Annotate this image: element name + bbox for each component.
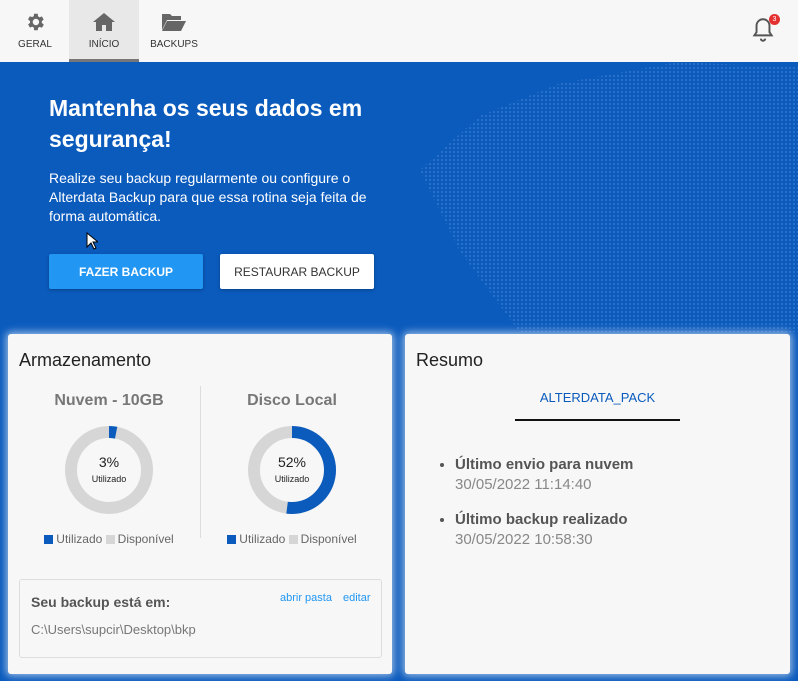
local-storage: Disco Local 52% Utilizado Utilizado Disp… [201,386,383,546]
home-icon [93,13,115,31]
hero-title: Mantenha os seus dados em segurança! [49,95,363,152]
local-legend: Utilizado Disponível [201,532,383,546]
tab-backups[interactable]: BACKUPS [139,0,209,62]
tab-alterdata-pack[interactable]: ALTERDATA_PACK [515,390,680,421]
notification-badge: 3 [769,14,780,25]
item-date: 30/05/2022 10:58:30 [455,531,593,548]
legend-free: Disponível [300,532,357,546]
local-used-label: Utilizado [274,474,310,484]
list-item: Último envio para nuvem 30/05/2022 11:14:… [455,456,633,493]
cloud-donut-chart [65,426,153,514]
list-item: Último backup realizado 30/05/2022 10:58:… [455,511,633,548]
tab-label: INÍCIO [88,39,120,50]
mouse-cursor-icon [86,232,98,250]
used-swatch [227,535,237,544]
legend-used: Utilizado [56,532,103,546]
tab-inicio[interactable]: INÍCIO [69,0,139,62]
donut-free-arc [65,426,153,514]
hero-text: Realize seu backup regularmente ou confi… [49,170,367,224]
local-donut-chart [248,426,336,514]
local-title: Disco Local [247,392,337,409]
notifications-button[interactable]: 3 [750,14,780,49]
world-map-background [419,62,798,332]
cloud-percent: 3% [98,454,120,470]
legend-used: Utilizado [239,532,286,546]
summary-list: Último envio para nuvem 30/05/2022 11:14:… [455,456,633,566]
item-label: Último backup realizado [455,511,628,528]
used-swatch [44,535,54,544]
local-percent: 52% [277,454,307,470]
item-label: Último envio para nuvem [455,456,634,473]
cloud-storage: Nuvem - 10GB 3% Utilizado Utilizado Disp… [18,386,200,546]
edit-link[interactable]: editar [343,592,371,604]
summary-card: Resumo ALTERDATA_PACK Último envio para … [405,334,790,674]
free-swatch [105,535,115,544]
cloud-used-label: Utilizado [91,474,127,484]
tab-label: BACKUPS [150,39,198,50]
backup-button[interactable]: FAZER BACKUP [49,254,203,289]
storage-title: Armazenamento [19,350,152,370]
backup-location-box: Seu backup está em: abrir pasta editar C… [19,579,382,658]
folder-open-icon [162,14,186,31]
location-path: C:\Users\supcir\Desktop\bkp [31,622,196,637]
tab-geral[interactable]: GERAL [0,0,70,62]
free-swatch [288,535,298,544]
top-nav: GERAL INÍCIO BACKUPS 3 [0,0,798,62]
open-folder-link[interactable]: abrir pasta [280,592,332,604]
summary-title: Resumo [416,350,484,370]
legend-free: Disponível [117,532,174,546]
restore-button[interactable]: RESTAURAR BACKUP [220,254,374,289]
cloud-title: Nuvem - 10GB [54,392,164,409]
item-date: 30/05/2022 11:14:40 [455,476,592,493]
gear-icon [28,13,44,31]
storage-card: Armazenamento Nuvem - 10GB 3% Utilizado … [8,334,392,674]
tab-label: GERAL [18,39,52,50]
cloud-legend: Utilizado Disponível [18,532,200,546]
location-title: Seu backup está em: [31,594,171,610]
